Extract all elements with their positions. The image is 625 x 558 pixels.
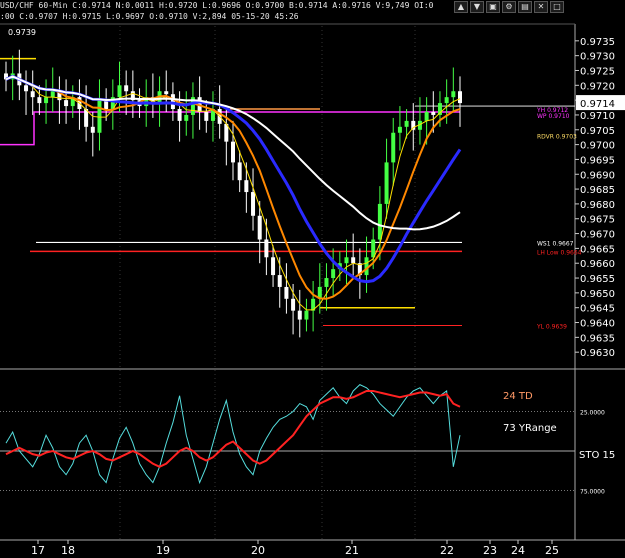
y-tick-label: 0.9680 bbox=[580, 200, 615, 211]
candle-body bbox=[97, 100, 102, 133]
y-tick-label: 0.9640 bbox=[580, 319, 615, 330]
level-annotation: RDVR 0.9703 bbox=[537, 134, 577, 141]
y-tick-label: 0.9735 bbox=[580, 37, 615, 48]
candle-body bbox=[251, 192, 256, 216]
y-tick-label: 0.9665 bbox=[580, 244, 615, 255]
level-annotation: WP 0.9710 bbox=[537, 113, 570, 120]
candle-body bbox=[364, 257, 369, 276]
candle-body bbox=[284, 286, 289, 299]
candle-body bbox=[264, 239, 269, 258]
candle-body bbox=[404, 120, 409, 127]
level-annotation: LH Low 0.9664 bbox=[537, 249, 582, 256]
candle-body bbox=[44, 97, 49, 104]
x-tick-label: 25 bbox=[545, 544, 559, 557]
candle-body bbox=[231, 141, 235, 163]
candle-body bbox=[384, 162, 389, 204]
stoch-label: STO 15 bbox=[579, 450, 615, 461]
last-price-label: 0.9714 bbox=[580, 99, 615, 110]
candle-body bbox=[30, 91, 35, 98]
candle-body bbox=[24, 85, 29, 92]
candle-body bbox=[451, 91, 456, 98]
candle-body bbox=[351, 257, 356, 264]
y-tick-label: 0.9670 bbox=[580, 230, 615, 241]
x-tick-label: 19 bbox=[156, 544, 170, 557]
stoch-tick-label: 75.0000 bbox=[580, 489, 605, 496]
y-tick-label: 0.9725 bbox=[580, 66, 615, 77]
candle-body bbox=[90, 126, 95, 133]
candle-body bbox=[304, 310, 309, 320]
candle-body bbox=[277, 275, 282, 287]
candle-body bbox=[64, 100, 69, 107]
level-annotation: YL 0.9639 bbox=[536, 323, 567, 330]
candle-body bbox=[164, 91, 169, 95]
top-left-value: 0.9739 bbox=[8, 28, 36, 37]
y-tick-label: 0.9705 bbox=[580, 126, 615, 137]
y-tick-label: 0.9655 bbox=[580, 274, 615, 285]
stoch-tick-label: 25.0000 bbox=[580, 410, 605, 417]
x-tick-label: 20 bbox=[251, 544, 265, 557]
candle-body bbox=[204, 111, 209, 121]
td-label: 24 TD bbox=[503, 391, 533, 402]
level-annotation: WS1 0.9667 bbox=[537, 240, 574, 247]
candle-body bbox=[50, 91, 55, 98]
yrange-label: 73 YRange bbox=[503, 423, 557, 434]
candle-body bbox=[397, 126, 402, 133]
y-tick-label: 0.9650 bbox=[580, 289, 615, 300]
y-tick-label: 0.9710 bbox=[580, 111, 615, 122]
y-tick-label: 0.9685 bbox=[580, 185, 615, 196]
x-tick-label: 21 bbox=[345, 544, 359, 557]
candle-body bbox=[324, 278, 329, 287]
candle-body bbox=[244, 180, 249, 193]
candle-body bbox=[291, 298, 296, 311]
magenta-level-line bbox=[0, 111, 460, 146]
candle-body bbox=[37, 97, 42, 104]
chart-window: USD/CHF 60-Min C:0.9714 N:0.0011 H:0.972… bbox=[0, 0, 625, 558]
y-tick-label: 0.9675 bbox=[580, 215, 615, 226]
candle-body bbox=[344, 257, 349, 264]
candle-body bbox=[271, 257, 276, 276]
candle-body bbox=[331, 269, 336, 279]
y-tick-label: 0.9690 bbox=[580, 170, 615, 181]
y-tick-label: 0.9720 bbox=[580, 81, 615, 92]
y-tick-label: 0.9730 bbox=[580, 52, 615, 63]
x-tick-label: 18 bbox=[61, 544, 75, 557]
y-tick-label: 0.9695 bbox=[580, 155, 615, 166]
candle-body bbox=[124, 85, 129, 92]
candle-body bbox=[411, 120, 416, 130]
stoch-fast-line bbox=[5, 384, 461, 485]
x-tick-label: 24 bbox=[511, 544, 525, 557]
candle-body bbox=[431, 111, 436, 115]
x-tick-label: 23 bbox=[483, 544, 497, 557]
candle-body bbox=[237, 162, 242, 181]
candle-body bbox=[257, 215, 262, 240]
candle-body bbox=[424, 111, 429, 121]
price-chart[interactable]: 0.97350.97300.97250.97200.97150.97100.97… bbox=[0, 0, 625, 558]
candle-body bbox=[184, 114, 189, 121]
x-tick-label: 22 bbox=[440, 544, 454, 557]
candle-body bbox=[177, 109, 182, 121]
candle-body bbox=[458, 91, 462, 104]
x-tick-label: 17 bbox=[31, 544, 45, 557]
candle-body bbox=[377, 203, 382, 240]
y-tick-label: 0.9630 bbox=[580, 348, 615, 359]
y-tick-label: 0.9700 bbox=[580, 141, 615, 152]
y-tick-label: 0.9645 bbox=[580, 304, 615, 315]
y-tick-label: 0.9635 bbox=[580, 333, 615, 344]
y-tick-label: 0.9660 bbox=[580, 259, 615, 270]
candle-body bbox=[117, 85, 122, 98]
candle-body bbox=[297, 310, 302, 320]
stoch-slow-line bbox=[5, 389, 461, 468]
candle-body bbox=[444, 97, 449, 104]
candle-body bbox=[391, 132, 396, 163]
